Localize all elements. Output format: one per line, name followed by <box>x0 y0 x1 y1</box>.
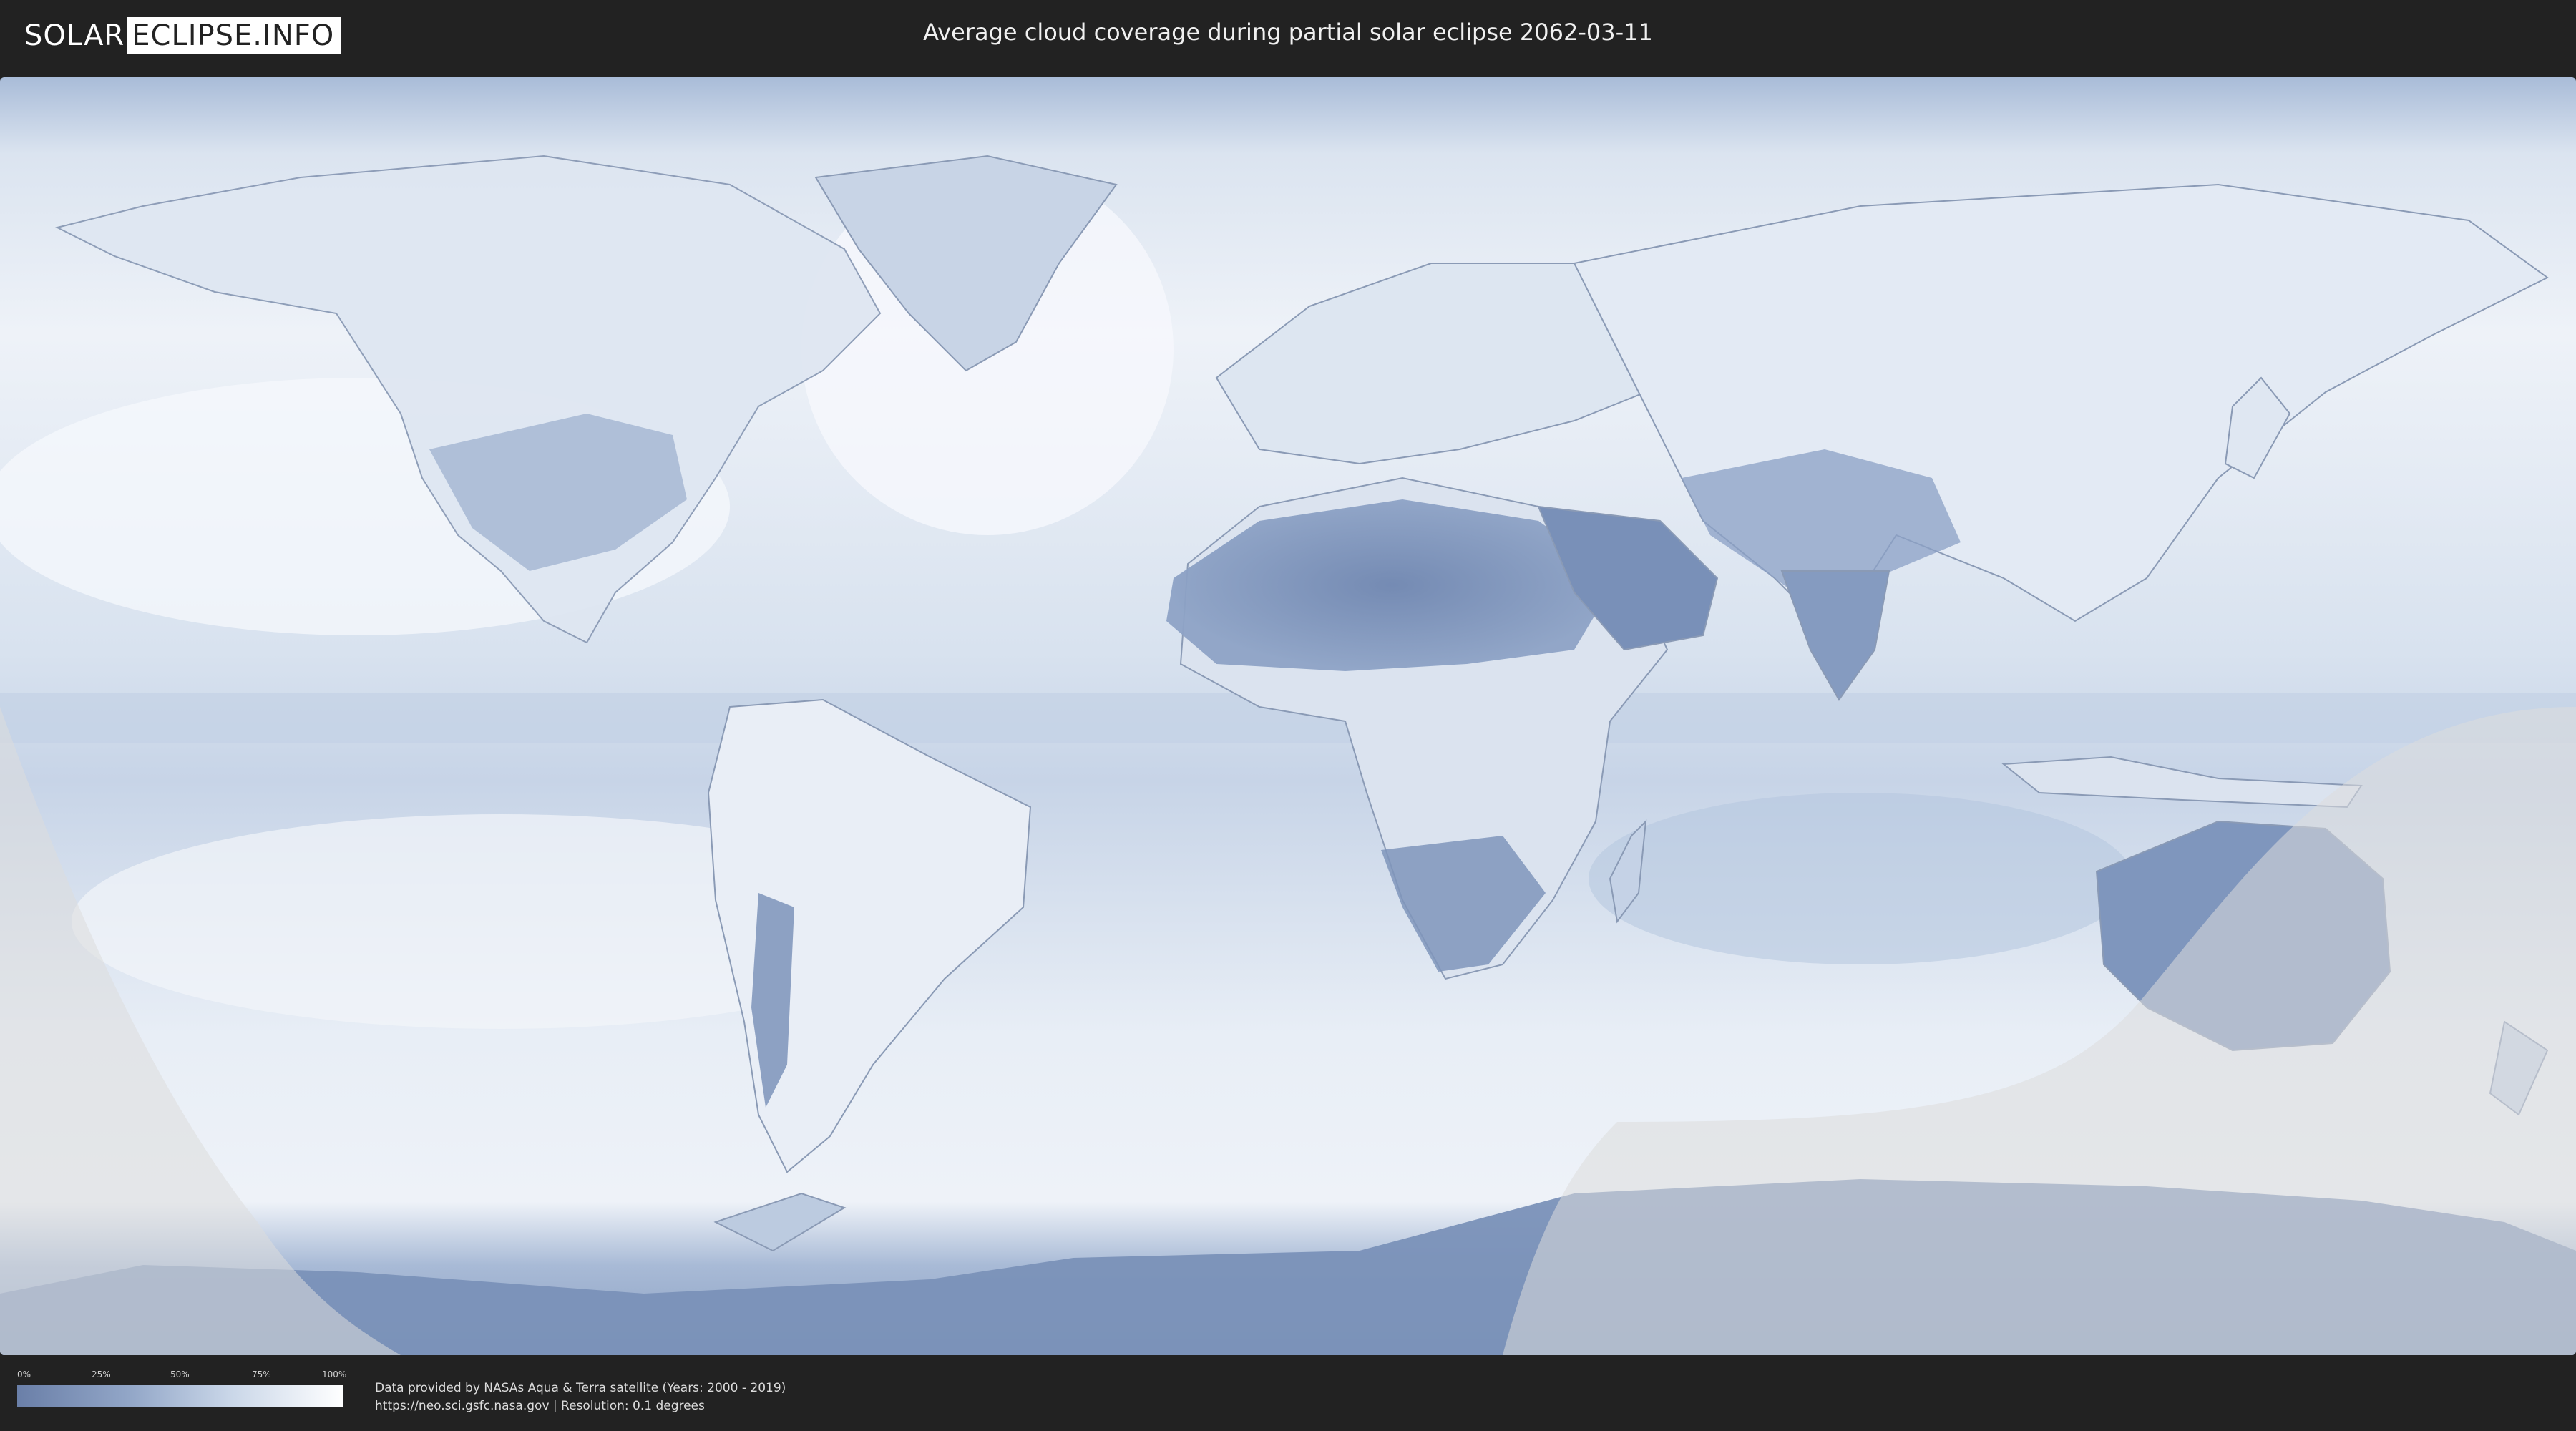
legend-tick-0: 0% <box>17 1369 31 1379</box>
header-bar: SOLAR ECLIPSE.INFO Average cloud coverag… <box>0 0 2576 72</box>
cloud-coverage-legend: 0% 25% 50% 75% 100% <box>17 1369 347 1407</box>
indian-ocean-clear-patch <box>1589 793 2132 964</box>
data-credits: Data provided by NASAs Aqua & Terra sate… <box>375 1379 786 1415</box>
legend-tick-75: 75% <box>252 1369 271 1379</box>
legend-color-bar <box>17 1385 343 1407</box>
footer-bar: 0% 25% 50% 75% 100% Data provided by NAS… <box>0 1357 2576 1431</box>
credits-line-1: Data provided by NASAs Aqua & Terra sate… <box>375 1381 786 1395</box>
legend-ticks: 0% 25% 50% 75% 100% <box>17 1369 347 1382</box>
legend-tick-25: 25% <box>92 1369 111 1379</box>
cloud-coverage-map <box>0 77 2576 1355</box>
legend-tick-50: 50% <box>170 1369 190 1379</box>
legend-tick-100: 100% <box>322 1369 347 1379</box>
credits-line-2: https://neo.sci.gsfc.nasa.gov | Resoluti… <box>375 1399 705 1413</box>
page-title: Average cloud coverage during partial so… <box>923 19 1653 46</box>
